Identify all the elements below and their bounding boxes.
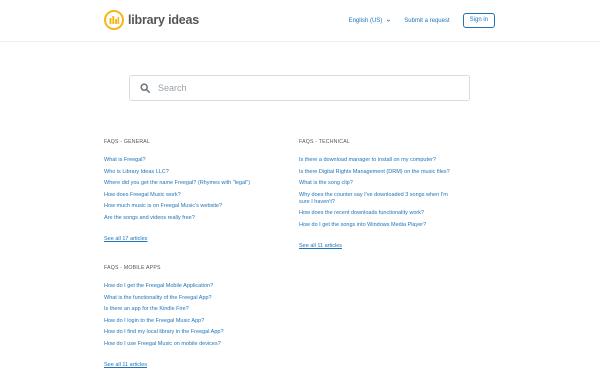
article-link[interactable]: How do I login to the Freegal Music App?: [104, 318, 304, 325]
sign-in-button[interactable]: Sign in: [462, 13, 495, 28]
language-selector[interactable]: English (US): [349, 18, 392, 24]
submit-request-link[interactable]: Submit a request: [404, 18, 449, 24]
article-list: What is Freegal? Who is Library Ideas LL…: [104, 157, 304, 222]
section-faqs-general: FAQS - GENERAL What is Freegal? Who is L…: [104, 139, 304, 245]
section-title: FAQS - TECHNICAL: [299, 139, 350, 145]
see-all-link[interactable]: See all 11 articles: [104, 362, 147, 368]
see-all-link[interactable]: See all 17 articles: [104, 236, 147, 242]
article-link[interactable]: Why does the counter say I've downloaded…: [299, 192, 459, 206]
article-link[interactable]: How do I find my local library in the Fr…: [104, 329, 304, 336]
article-link[interactable]: What is the functionality of the Freegal…: [104, 295, 304, 302]
language-label: English (US): [348, 17, 383, 24]
brand-logo[interactable]: library ideas: [104, 10, 199, 30]
article-link[interactable]: How do I use Freegal Music on mobile dev…: [104, 341, 304, 348]
article-link[interactable]: Where did you get the name Freegal? (Rhy…: [104, 180, 304, 187]
article-link[interactable]: Who is Library Ideas LLC?: [104, 169, 304, 176]
see-all-link[interactable]: See all 11 articles: [299, 243, 342, 249]
article-link[interactable]: How do I get the Freegal Mobile Applicat…: [104, 283, 304, 290]
article-link[interactable]: Is there Digital Rights Management (DRM)…: [299, 169, 459, 176]
article-link[interactable]: Is there a download manager to install o…: [299, 157, 459, 164]
article-link[interactable]: Are the songs and videos really free?: [104, 215, 304, 222]
search-input[interactable]: [156, 77, 469, 99]
article-link[interactable]: What is the song clip?: [299, 180, 459, 187]
section-title: FAQS - GENERAL: [104, 139, 151, 145]
article-link[interactable]: How do I get the songs into Windows Medi…: [299, 222, 459, 229]
library-ideas-logo-icon: [104, 10, 124, 30]
section-faqs-technical: FAQS - TECHNICAL Is there a download man…: [299, 139, 459, 252]
search-box[interactable]: [129, 75, 470, 101]
article-list: How do I get the Freegal Mobile Applicat…: [104, 283, 304, 348]
article-link[interactable]: How does Freegal Music work?: [104, 192, 304, 199]
chevron-down-icon: [387, 19, 391, 22]
brand-name: library ideas: [128, 13, 200, 27]
section-title: FAQS - MOBILE APPS: [104, 265, 161, 271]
article-link[interactable]: How does the recent downloads functional…: [299, 210, 459, 217]
site-header: library ideas English (US) Submit a requ…: [0, 0, 600, 42]
article-list: Is there a download manager to install o…: [299, 157, 459, 229]
section-faqs-mobile-apps: FAQS - MOBILE APPS How do I get the Free…: [104, 265, 304, 371]
search-icon: [140, 83, 150, 93]
article-link[interactable]: What is Freegal?: [104, 157, 304, 164]
header-nav: English (US) Submit a request Sign in: [349, 13, 495, 28]
article-link[interactable]: How much music is on Freegal Music's web…: [104, 203, 304, 210]
article-link[interactable]: Is there an app for the Kindle Fire?: [104, 306, 304, 313]
